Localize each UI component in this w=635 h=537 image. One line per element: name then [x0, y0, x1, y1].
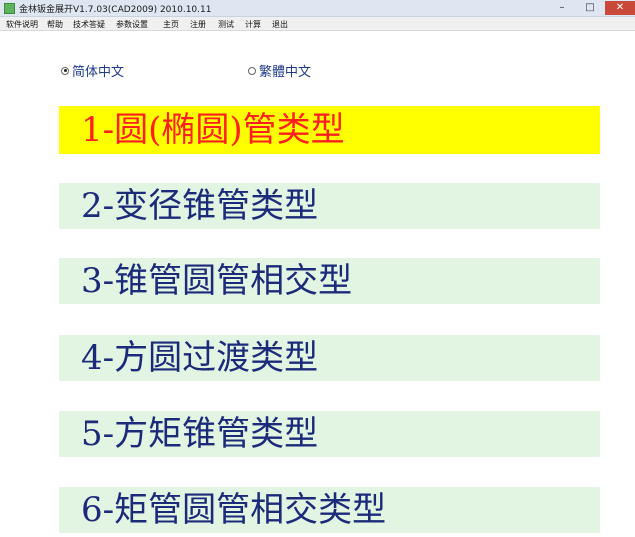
- radio-traditional-chinese[interactable]: 繁體中文: [248, 61, 311, 80]
- radio-traditional-label: 繁體中文: [259, 65, 312, 80]
- window-title: 金林钣金展开V1.7.03(CAD2009) 2010.10.11: [19, 5, 212, 15]
- type-button-cone-pipe-intersect[interactable]: 3-锥管圆管相交型: [59, 258, 600, 304]
- menu-calculate[interactable]: 计算: [245, 19, 261, 30]
- menu-help[interactable]: 帮助: [47, 19, 63, 30]
- type-button-round-pipe[interactable]: 1-圆(椭圆)管类型: [59, 106, 600, 154]
- menu-exit[interactable]: 退出: [272, 19, 288, 30]
- menu-register[interactable]: 注册: [190, 19, 206, 30]
- menu-parameters[interactable]: 参数设置: [116, 19, 148, 30]
- menu-home[interactable]: 主页: [163, 19, 179, 30]
- radio-simplified-chinese[interactable]: 简体中文: [61, 61, 124, 80]
- type-button-rect-round-intersect[interactable]: 6-矩管圆管相交类型: [59, 487, 600, 533]
- menu-software-info[interactable]: 软件说明: [6, 19, 38, 30]
- type-button-square-round-transition[interactable]: 4-方圆过渡类型: [59, 335, 600, 381]
- menu-bar: 软件说明 帮助 技术答疑 参数设置 主页 注册 测试 计算 退出: [0, 17, 635, 31]
- radio-simplified-label: 简体中文: [72, 65, 125, 80]
- radio-selected-icon: [61, 66, 69, 75]
- app-icon: [4, 3, 15, 14]
- title-bar: 金林钣金展开V1.7.03(CAD2009) 2010.10.11 – □ ✕: [0, 0, 635, 17]
- menu-test[interactable]: 测试: [218, 19, 234, 30]
- menu-tech-qa[interactable]: 技术答疑: [73, 19, 105, 30]
- close-button[interactable]: ✕: [605, 1, 635, 15]
- radio-unselected-icon: [248, 66, 256, 75]
- maximize-button[interactable]: □: [576, 1, 604, 15]
- type-button-reducer-cone[interactable]: 2-变径锥管类型: [59, 183, 600, 229]
- minimize-button[interactable]: –: [548, 1, 576, 15]
- type-button-square-rect-cone[interactable]: 5-方矩锥管类型: [59, 411, 600, 457]
